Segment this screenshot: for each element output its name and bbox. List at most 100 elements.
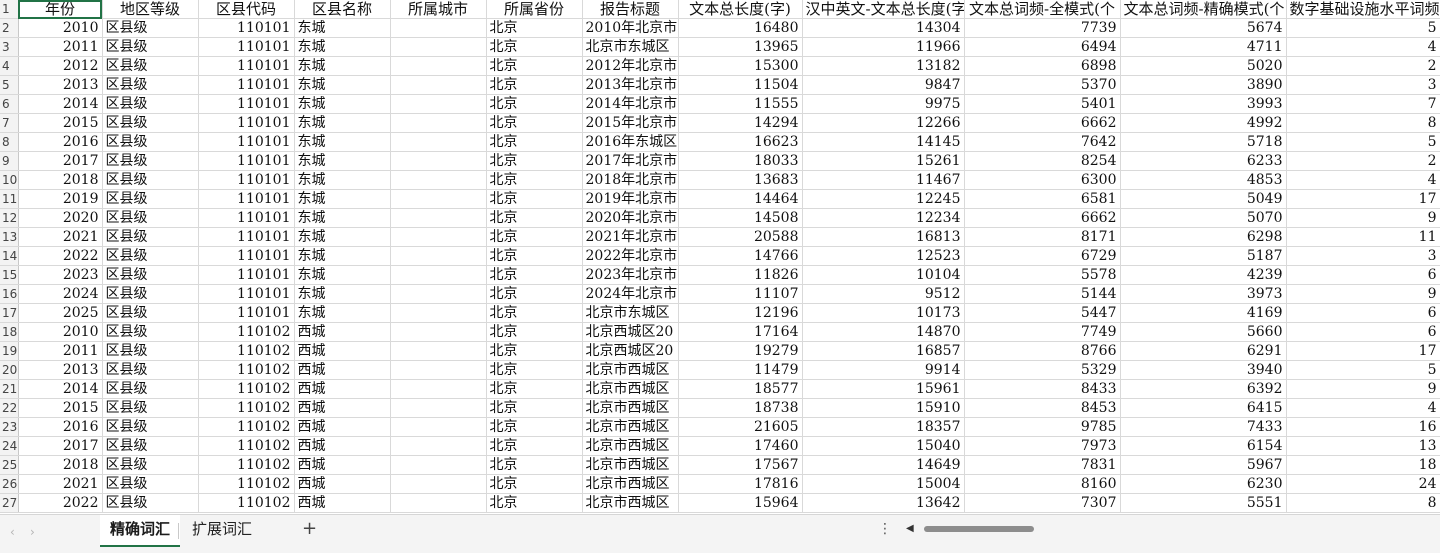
- header-cn-en-length[interactable]: 汉中英文-文本总长度(字: [802, 0, 965, 19]
- row-number[interactable]: 4: [0, 56, 19, 76]
- cell-report-title[interactable]: 2015年北京市: [582, 113, 679, 133]
- cell-city[interactable]: [390, 322, 487, 342]
- row-number[interactable]: 2: [0, 18, 19, 38]
- cell-city[interactable]: [390, 493, 487, 513]
- cell-region-level[interactable]: 区县级: [102, 474, 199, 494]
- cell-text-length[interactable]: 16480: [678, 18, 803, 38]
- cell-region-level[interactable]: 区县级: [102, 170, 199, 190]
- row-number[interactable]: 14: [0, 246, 19, 266]
- cell-year[interactable]: 2014: [18, 379, 103, 399]
- cell-region-level[interactable]: 区县级: [102, 208, 199, 228]
- cell-year[interactable]: 2013: [18, 75, 103, 95]
- cell-region-level[interactable]: 区县级: [102, 284, 199, 304]
- cell-region-level[interactable]: 区县级: [102, 417, 199, 437]
- cell-county-code[interactable]: 110101: [198, 113, 295, 133]
- cell-text-length[interactable]: 14766: [678, 246, 803, 266]
- cell-freq-full[interactable]: 5401: [964, 94, 1121, 114]
- cell-city[interactable]: [390, 208, 487, 228]
- cell-report-title[interactable]: 北京市西城区: [582, 379, 679, 399]
- cell-report-title[interactable]: 2020年北京市: [582, 208, 679, 228]
- cell-province[interactable]: 北京: [486, 303, 583, 323]
- cell-text-length[interactable]: 11504: [678, 75, 803, 95]
- scrollbar-track[interactable]: [920, 526, 1440, 532]
- cell-freq-precise[interactable]: 4239: [1120, 265, 1287, 285]
- cell-year[interactable]: 2022: [18, 246, 103, 266]
- row-number[interactable]: 24: [0, 436, 19, 456]
- cell-county-code[interactable]: 110101: [198, 189, 295, 209]
- cell-county-code[interactable]: 110102: [198, 474, 295, 494]
- cell-digital-infra[interactable]: 6: [1286, 265, 1440, 285]
- cell-text-length[interactable]: 18033: [678, 151, 803, 171]
- cell-province[interactable]: 北京: [486, 94, 583, 114]
- row-number[interactable]: 26: [0, 474, 19, 494]
- cell-freq-full[interactable]: 7642: [964, 132, 1121, 152]
- cell-text-length[interactable]: 13965: [678, 37, 803, 57]
- cell-province[interactable]: 北京: [486, 132, 583, 152]
- cell-city[interactable]: [390, 151, 487, 171]
- cell-text-length[interactable]: 19279: [678, 341, 803, 361]
- cell-freq-precise[interactable]: 3890: [1120, 75, 1287, 95]
- tab-kuozhan-cihui[interactable]: 扩展词汇: [182, 515, 262, 545]
- row-number[interactable]: 20: [0, 360, 19, 380]
- cell-digital-infra[interactable]: 5: [1286, 18, 1440, 38]
- cell-city[interactable]: [390, 398, 487, 418]
- cell-cn-en-length[interactable]: 11966: [802, 37, 965, 57]
- cell-county-code[interactable]: 110102: [198, 379, 295, 399]
- cell-report-title[interactable]: 北京西城区20: [582, 322, 679, 342]
- cell-digital-infra[interactable]: 8: [1286, 113, 1440, 133]
- cell-digital-infra[interactable]: 18: [1286, 455, 1440, 475]
- cell-freq-full[interactable]: 6898: [964, 56, 1121, 76]
- cell-digital-infra[interactable]: 9: [1286, 379, 1440, 399]
- row-number[interactable]: 25: [0, 455, 19, 475]
- cell-freq-full[interactable]: 6300: [964, 170, 1121, 190]
- cell-county-name[interactable]: 东城: [294, 265, 391, 285]
- row-number[interactable]: 12: [0, 208, 19, 228]
- cell-province[interactable]: 北京: [486, 56, 583, 76]
- cell-province[interactable]: 北京: [486, 227, 583, 247]
- cell-county-code[interactable]: 110101: [198, 56, 295, 76]
- cell-freq-full[interactable]: 8766: [964, 341, 1121, 361]
- cell-freq-full[interactable]: 6581: [964, 189, 1121, 209]
- cell-city[interactable]: [390, 284, 487, 304]
- cell-city[interactable]: [390, 341, 487, 361]
- cell-report-title[interactable]: 北京市西城区: [582, 455, 679, 475]
- cell-freq-precise[interactable]: 4853: [1120, 170, 1287, 190]
- cell-region-level[interactable]: 区县级: [102, 303, 199, 323]
- cell-province[interactable]: 北京: [486, 379, 583, 399]
- cell-digital-infra[interactable]: 5: [1286, 132, 1440, 152]
- cell-text-length[interactable]: 21605: [678, 417, 803, 437]
- cell-city[interactable]: [390, 189, 487, 209]
- cell-city[interactable]: [390, 132, 487, 152]
- cell-report-title[interactable]: 2024年北京市: [582, 284, 679, 304]
- cell-region-level[interactable]: 区县级: [102, 341, 199, 361]
- cell-freq-precise[interactable]: 4169: [1120, 303, 1287, 323]
- cell-cn-en-length[interactable]: 10104: [802, 265, 965, 285]
- cell-text-length[interactable]: 20588: [678, 227, 803, 247]
- cell-year[interactable]: 2022: [18, 493, 103, 513]
- cell-region-level[interactable]: 区县级: [102, 18, 199, 38]
- cell-county-code[interactable]: 110101: [198, 94, 295, 114]
- cell-text-length[interactable]: 17567: [678, 455, 803, 475]
- cell-county-code[interactable]: 110101: [198, 18, 295, 38]
- cell-freq-precise[interactable]: 5070: [1120, 208, 1287, 228]
- cell-text-length[interactable]: 11107: [678, 284, 803, 304]
- cell-province[interactable]: 北京: [486, 436, 583, 456]
- cell-region-level[interactable]: 区县级: [102, 493, 199, 513]
- cell-report-title[interactable]: 北京市东城区: [582, 37, 679, 57]
- cell-digital-infra[interactable]: 17: [1286, 189, 1440, 209]
- tab-jingque-cihui[interactable]: 精确词汇: [100, 515, 181, 547]
- cell-freq-precise[interactable]: 3973: [1120, 284, 1287, 304]
- cell-digital-infra[interactable]: 24: [1286, 474, 1440, 494]
- cell-region-level[interactable]: 区县级: [102, 379, 199, 399]
- cell-year[interactable]: 2015: [18, 113, 103, 133]
- cell-cn-en-length[interactable]: 14649: [802, 455, 965, 475]
- cell-county-name[interactable]: 东城: [294, 208, 391, 228]
- cell-year[interactable]: 2015: [18, 398, 103, 418]
- header-freq-full[interactable]: 文本总词频-全模式(个: [964, 0, 1121, 19]
- cell-county-code[interactable]: 110101: [198, 265, 295, 285]
- cell-year[interactable]: 2019: [18, 189, 103, 209]
- cell-cn-en-length[interactable]: 15961: [802, 379, 965, 399]
- cell-cn-en-length[interactable]: 12245: [802, 189, 965, 209]
- cell-year[interactable]: 2024: [18, 284, 103, 304]
- cell-province[interactable]: 北京: [486, 493, 583, 513]
